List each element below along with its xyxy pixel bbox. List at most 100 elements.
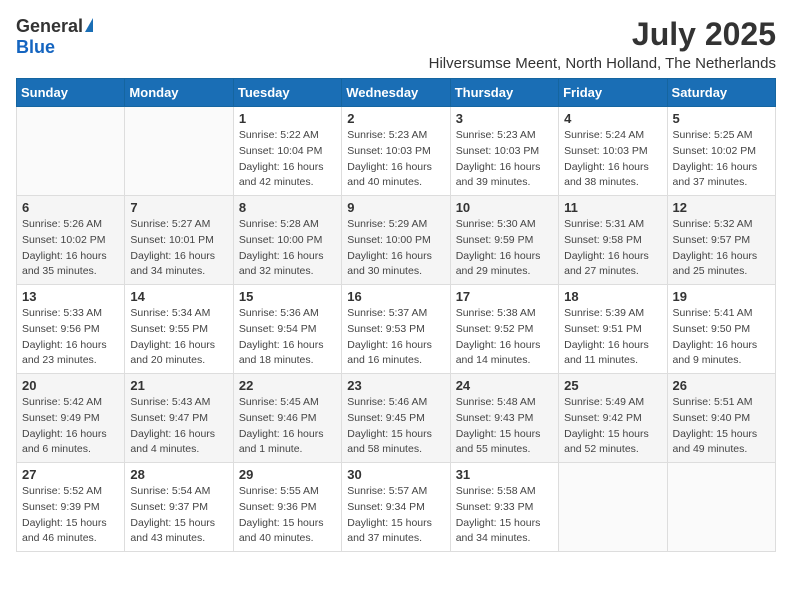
location-title: Hilversumse Meent, North Holland, The Ne… (429, 55, 776, 72)
calendar-day-cell: 20 Sunrise: 5:42 AM Sunset: 9:49 PM Dayli… (17, 374, 125, 463)
day-info: Sunrise: 5:46 AM Sunset: 9:45 PM Dayligh… (347, 395, 444, 458)
month-title: July 2025 (429, 16, 776, 53)
day-number: 7 (130, 200, 227, 215)
day-number: 15 (239, 289, 336, 304)
day-info: Sunrise: 5:33 AM Sunset: 9:56 PM Dayligh… (22, 306, 119, 369)
day-number: 9 (347, 200, 444, 215)
day-info: Sunrise: 5:34 AM Sunset: 9:55 PM Dayligh… (130, 306, 227, 369)
calendar-day-cell: 23 Sunrise: 5:46 AM Sunset: 9:45 PM Dayli… (342, 374, 450, 463)
calendar-day-cell: 24Sunrise: 5:48 AM Sunset: 9:43 PM Dayli… (450, 374, 558, 463)
day-info: Sunrise: 5:24 AM Sunset: 10:03 PM Daylig… (564, 128, 661, 191)
day-info: Sunrise: 5:36 AM Sunset: 9:54 PM Dayligh… (239, 306, 336, 369)
calendar-day-cell: 14Sunrise: 5:34 AM Sunset: 9:55 PM Dayli… (125, 285, 233, 374)
calendar-day-cell: 26 Sunrise: 5:51 AM Sunset: 9:40 PM Dayli… (667, 374, 775, 463)
day-info: Sunrise: 5:39 AM Sunset: 9:51 PM Dayligh… (564, 306, 661, 369)
day-info: Sunrise: 5:26 AM Sunset: 10:02 PM Daylig… (22, 217, 119, 280)
day-info: Sunrise: 5:55 AM Sunset: 9:36 PM Dayligh… (239, 484, 336, 547)
day-info: Sunrise: 5:54 AM Sunset: 9:37 PM Dayligh… (130, 484, 227, 547)
day-of-week-header: Sunday (17, 79, 125, 107)
logo-blue-text: Blue (16, 37, 55, 58)
day-info: Sunrise: 5:41 AM Sunset: 9:50 PM Dayligh… (673, 306, 770, 369)
calendar-day-cell (17, 107, 125, 196)
day-number: 27 (22, 467, 119, 482)
day-number: 13 (22, 289, 119, 304)
calendar-day-cell: 27 Sunrise: 5:52 AM Sunset: 9:39 PM Dayli… (17, 463, 125, 552)
day-info: Sunrise: 5:57 AM Sunset: 9:34 PM Dayligh… (347, 484, 444, 547)
calendar-day-cell: 1 Sunrise: 5:22 AM Sunset: 10:04 PM Dayli… (233, 107, 341, 196)
day-of-week-header: Saturday (667, 79, 775, 107)
day-info: Sunrise: 5:27 AM Sunset: 10:01 PM Daylig… (130, 217, 227, 280)
day-info: Sunrise: 5:30 AM Sunset: 9:59 PM Dayligh… (456, 217, 553, 280)
calendar-header-row: SundayMondayTuesdayWednesdayThursdayFrid… (17, 79, 776, 107)
calendar-day-cell: 25Sunrise: 5:49 AM Sunset: 9:42 PM Dayli… (559, 374, 667, 463)
day-info: Sunrise: 5:25 AM Sunset: 10:02 PM Daylig… (673, 128, 770, 191)
day-number: 17 (456, 289, 553, 304)
day-info: Sunrise: 5:51 AM Sunset: 9:40 PM Dayligh… (673, 395, 770, 458)
day-of-week-header: Tuesday (233, 79, 341, 107)
calendar-day-cell (559, 463, 667, 552)
calendar-week-row: 20 Sunrise: 5:42 AM Sunset: 9:49 PM Dayli… (17, 374, 776, 463)
calendar-day-cell (125, 107, 233, 196)
day-number: 26 (673, 378, 770, 393)
day-of-week-header: Monday (125, 79, 233, 107)
calendar-day-cell: 29 Sunrise: 5:55 AM Sunset: 9:36 PM Dayli… (233, 463, 341, 552)
day-number: 22 (239, 378, 336, 393)
calendar-day-cell: 16Sunrise: 5:37 AM Sunset: 9:53 PM Dayli… (342, 285, 450, 374)
day-number: 31 (456, 467, 553, 482)
day-info: Sunrise: 5:43 AM Sunset: 9:47 PM Dayligh… (130, 395, 227, 458)
day-number: 8 (239, 200, 336, 215)
calendar-day-cell: 11 Sunrise: 5:31 AM Sunset: 9:58 PM Dayli… (559, 196, 667, 285)
day-of-week-header: Friday (559, 79, 667, 107)
calendar-day-cell: 12Sunrise: 5:32 AM Sunset: 9:57 PM Dayli… (667, 196, 775, 285)
day-number: 3 (456, 111, 553, 126)
logo-general-text: General (16, 16, 83, 37)
day-number: 5 (673, 111, 770, 126)
day-info: Sunrise: 5:48 AM Sunset: 9:43 PM Dayligh… (456, 395, 553, 458)
day-info: Sunrise: 5:45 AM Sunset: 9:46 PM Dayligh… (239, 395, 336, 458)
calendar-day-cell: 4 Sunrise: 5:24 AM Sunset: 10:03 PM Dayli… (559, 107, 667, 196)
calendar-day-cell: 10 Sunrise: 5:30 AM Sunset: 9:59 PM Dayli… (450, 196, 558, 285)
day-number: 20 (22, 378, 119, 393)
calendar-week-row: 27 Sunrise: 5:52 AM Sunset: 9:39 PM Dayli… (17, 463, 776, 552)
calendar-table: SundayMondayTuesdayWednesdayThursdayFrid… (16, 78, 776, 552)
day-number: 23 (347, 378, 444, 393)
page: General Blue July 2025 Hilversumse Meent… (0, 0, 792, 562)
calendar-day-cell: 5 Sunrise: 5:25 AM Sunset: 10:02 PM Dayli… (667, 107, 775, 196)
calendar-day-cell: 7 Sunrise: 5:27 AM Sunset: 10:01 PM Dayli… (125, 196, 233, 285)
calendar-day-cell: 22 Sunrise: 5:45 AM Sunset: 9:46 PM Dayli… (233, 374, 341, 463)
day-info: Sunrise: 5:23 AM Sunset: 10:03 PM Daylig… (347, 128, 444, 191)
day-number: 11 (564, 200, 661, 215)
day-info: Sunrise: 5:31 AM Sunset: 9:58 PM Dayligh… (564, 217, 661, 280)
day-number: 10 (456, 200, 553, 215)
day-info: Sunrise: 5:22 AM Sunset: 10:04 PM Daylig… (239, 128, 336, 191)
day-of-week-header: Wednesday (342, 79, 450, 107)
calendar-day-cell: 19 Sunrise: 5:41 AM Sunset: 9:50 PM Dayli… (667, 285, 775, 374)
day-of-week-header: Thursday (450, 79, 558, 107)
day-info: Sunrise: 5:49 AM Sunset: 9:42 PM Dayligh… (564, 395, 661, 458)
day-info: Sunrise: 5:37 AM Sunset: 9:53 PM Dayligh… (347, 306, 444, 369)
calendar-day-cell: 30Sunrise: 5:57 AM Sunset: 9:34 PM Dayli… (342, 463, 450, 552)
calendar-day-cell: 3 Sunrise: 5:23 AM Sunset: 10:03 PM Dayli… (450, 107, 558, 196)
day-info: Sunrise: 5:42 AM Sunset: 9:49 PM Dayligh… (22, 395, 119, 458)
day-info: Sunrise: 5:23 AM Sunset: 10:03 PM Daylig… (456, 128, 553, 191)
calendar-day-cell (667, 463, 775, 552)
day-info: Sunrise: 5:58 AM Sunset: 9:33 PM Dayligh… (456, 484, 553, 547)
day-info: Sunrise: 5:32 AM Sunset: 9:57 PM Dayligh… (673, 217, 770, 280)
day-number: 2 (347, 111, 444, 126)
calendar-day-cell: 28 Sunrise: 5:54 AM Sunset: 9:37 PM Dayli… (125, 463, 233, 552)
day-number: 21 (130, 378, 227, 393)
day-number: 19 (673, 289, 770, 304)
logo-icon (85, 18, 93, 32)
calendar-day-cell: 21 Sunrise: 5:43 AM Sunset: 9:47 PM Dayli… (125, 374, 233, 463)
day-number: 29 (239, 467, 336, 482)
calendar-week-row: 1 Sunrise: 5:22 AM Sunset: 10:04 PM Dayli… (17, 107, 776, 196)
day-number: 1 (239, 111, 336, 126)
day-number: 18 (564, 289, 661, 304)
day-info: Sunrise: 5:52 AM Sunset: 9:39 PM Dayligh… (22, 484, 119, 547)
day-info: Sunrise: 5:29 AM Sunset: 10:00 PM Daylig… (347, 217, 444, 280)
calendar-day-cell: 15 Sunrise: 5:36 AM Sunset: 9:54 PM Dayli… (233, 285, 341, 374)
day-number: 4 (564, 111, 661, 126)
day-number: 28 (130, 467, 227, 482)
calendar-day-cell: 13 Sunrise: 5:33 AM Sunset: 9:56 PM Dayli… (17, 285, 125, 374)
calendar-week-row: 6Sunrise: 5:26 AM Sunset: 10:02 PM Dayli… (17, 196, 776, 285)
